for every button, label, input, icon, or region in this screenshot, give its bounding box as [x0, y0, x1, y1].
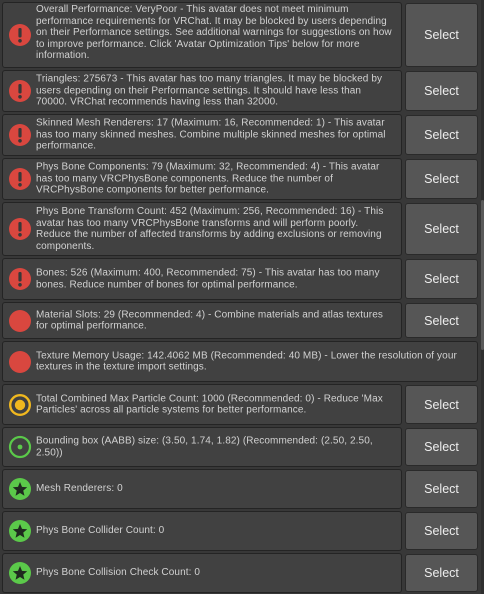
message-row: Total Combined Max Particle Count: 1000 … [0, 384, 484, 425]
select-button[interactable]: Select [405, 303, 478, 338]
select-button[interactable]: Select [405, 385, 478, 424]
error-exclamation-icon [8, 167, 32, 191]
message-box: Phys Bone Collision Check Count: 0 [2, 553, 402, 593]
message-text: Bones: 526 (Maximum: 400, Recommended: 7… [36, 267, 380, 290]
message-text: Triangles: 275673 - This avatar has too … [36, 73, 383, 108]
select-button[interactable]: Select [405, 512, 478, 550]
message-box: Bounding box (AABB) size: (3.50, 1.74, 1… [2, 427, 402, 467]
message-text: Phys Bone Transform Count: 452 (Maximum:… [36, 205, 384, 252]
select-button[interactable]: Select [405, 554, 478, 592]
message-row: Phys Bone Transform Count: 452 (Maximum:… [0, 202, 484, 256]
message-box: Skinned Mesh Renderers: 17 (Maximum: 16,… [2, 114, 402, 156]
error-exclamation-icon [8, 79, 32, 103]
message-box: Overall Performance: VeryPoor - This ava… [2, 2, 402, 68]
select-button[interactable]: Select [405, 203, 478, 255]
message-row: Triangles: 275673 - This avatar has too … [0, 70, 484, 112]
message-row: Phys Bone Collision Check Count: 0 Select [0, 553, 484, 593]
message-box: Bones: 526 (Maximum: 400, Recommended: 7… [2, 258, 402, 300]
message-text: Texture Memory Usage: 142.4062 MB (Recom… [36, 349, 457, 373]
message-text: Material Slots: 29 (Recommended: 4) - Co… [36, 308, 383, 332]
message-box: Phys Bone Components: 79 (Maximum: 32, R… [2, 158, 402, 200]
message-text: Overall Performance: VeryPoor - This ava… [36, 4, 392, 62]
select-button[interactable]: Select [405, 3, 478, 67]
message-box: Triangles: 275673 - This avatar has too … [2, 70, 402, 112]
message-box: Texture Memory Usage: 142.4062 MB (Recom… [2, 341, 478, 382]
message-row: Skinned Mesh Renderers: 17 (Maximum: 16,… [0, 114, 484, 156]
message-row: Bounding box (AABB) size: (3.50, 1.74, 1… [0, 427, 484, 467]
yellow-ring-icon [8, 393, 32, 417]
select-button[interactable]: Select [405, 259, 478, 299]
green-star-icon [8, 477, 32, 501]
select-button[interactable]: Select [405, 470, 478, 508]
select-button[interactable]: Select [405, 115, 478, 155]
red-circle-icon [8, 350, 32, 374]
message-row: Material Slots: 29 (Recommended: 4) - Co… [0, 302, 484, 339]
message-text: Mesh Renderers: 0 [36, 483, 123, 495]
green-dot-ring-icon [8, 435, 32, 459]
message-box: Mesh Renderers: 0 [2, 469, 402, 509]
message-box: Material Slots: 29 (Recommended: 4) - Co… [2, 302, 402, 339]
message-row: Phys Bone Components: 79 (Maximum: 32, R… [0, 158, 484, 200]
message-box: Phys Bone Collider Count: 0 [2, 511, 402, 551]
green-star-icon [8, 519, 32, 543]
message-text: Phys Bone Collision Check Count: 0 [36, 567, 201, 579]
red-circle-icon [8, 309, 32, 333]
error-exclamation-icon [8, 267, 32, 291]
message-text: Phys Bone Components: 79 (Maximum: 32, R… [36, 161, 380, 196]
error-exclamation-icon [8, 217, 32, 241]
message-row: Bones: 526 (Maximum: 400, Recommended: 7… [0, 258, 484, 300]
select-button[interactable]: Select [405, 71, 478, 111]
green-star-icon [8, 561, 32, 585]
message-text: Phys Bone Collider Count: 0 [36, 525, 165, 537]
performance-messages-panel: Overall Performance: VeryPoor - This ava… [0, 0, 484, 594]
message-row: Phys Bone Collider Count: 0 Select [0, 511, 484, 551]
message-row: Texture Memory Usage: 142.4062 MB (Recom… [0, 341, 484, 382]
select-button[interactable]: Select [405, 428, 478, 466]
error-exclamation-icon [8, 123, 32, 147]
message-row: Mesh Renderers: 0 Select [0, 469, 484, 509]
message-box: Phys Bone Transform Count: 452 (Maximum:… [2, 202, 402, 256]
message-text: Skinned Mesh Renderers: 17 (Maximum: 16,… [36, 117, 386, 152]
error-exclamation-icon [8, 23, 32, 47]
message-box: Total Combined Max Particle Count: 1000 … [2, 384, 402, 425]
message-text: Total Combined Max Particle Count: 1000 … [36, 392, 383, 416]
message-text: Bounding box (AABB) size: (3.50, 1.74, 1… [36, 435, 373, 458]
select-button[interactable]: Select [405, 159, 478, 199]
message-row: Overall Performance: VeryPoor - This ava… [0, 2, 484, 68]
